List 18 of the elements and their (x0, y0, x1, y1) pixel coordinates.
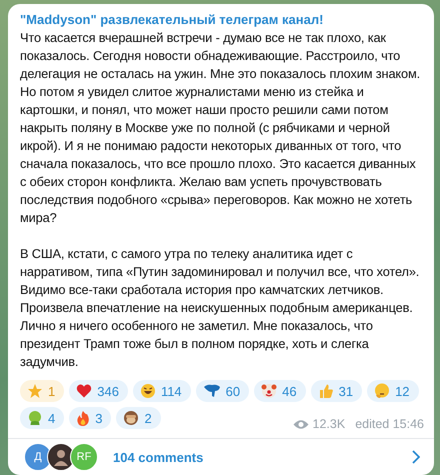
reaction-button[interactable]: 346 (69, 380, 128, 402)
reaction-button[interactable]: 2 (116, 407, 161, 429)
message-paragraph: Что касается вчерашней встречи - думаю все не так плохо, как показалось. Сегодня новости обнадеживающие. Расстроило, что делегация не осталась на ужин. Мне это показалось плохим знаком. Но потом я увидел слитое журналистами меню из стейка и картошки, и понял, что может наши просто решили сами потом накрыть поляну в Москве уже по полной (с рябчиками и черной икрой). И я не понимаю радости некоторых диванных от того, что сначала показалось, что все прошло плохо. Это касается диванных с обеих сторон конфликта. Желаю вам успеть прочувствовать последствия подобного «срыва» переговоров. Как можно не хотеть мира? (20, 29, 422, 227)
reaction-button[interactable]: 1 (20, 380, 64, 402)
comments-link[interactable]: 104 comments (113, 450, 412, 464)
channel-title[interactable]: "Maddyson" развлекательный телеграм канал! (20, 11, 424, 28)
reaction-button[interactable]: 31 (310, 380, 362, 402)
message-paragraph: В США, кстати, с самого утра по телеку аналитика идет с нарративом, типа «Путин задоминировал и получил все, что хотел». Видимо все-таки сработала история про камчатских летчиков. Произвела впечатление на неискушенных подобным американцев. Лично я ничего особенного не заметил. Мне показалось, что президент Трамп тоже был в полном порядке, хоть и слегка задумчив. (20, 245, 420, 371)
edited-time: edited 15:46 (355, 417, 424, 431)
reaction-button[interactable]: 12 (367, 380, 419, 402)
reaction-button[interactable]: 4 (20, 407, 64, 429)
avatar: RF (70, 443, 98, 471)
view-count: 12.3K (312, 417, 346, 431)
reaction-button[interactable]: 60 (196, 380, 250, 402)
avatar: Д (24, 443, 52, 471)
reaction-button[interactable]: 114 (132, 380, 191, 402)
reaction-button[interactable]: 3 (69, 407, 112, 429)
reaction-button[interactable]: 46 (254, 380, 306, 402)
